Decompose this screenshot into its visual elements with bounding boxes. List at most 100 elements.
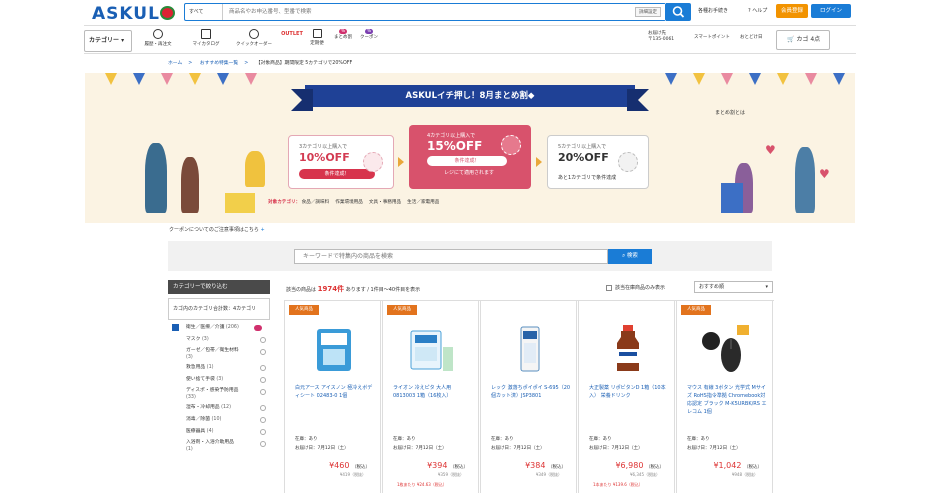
search-bar: すべて 詳細設定 [184, 3, 666, 21]
radio-icon [260, 365, 266, 371]
product-name-link[interactable]: レック 激落ちポイポイ S-695（20個カット済）JSP3801 [491, 384, 571, 400]
campaign-banner: ASKULイチ押し！8月まとめ割◆ まとめ割とは ♥ ♥ 3カテゴリ以上購入で … [85, 73, 855, 223]
category-filter-item[interactable]: ガーゼ／包帯／衛生材料 (3) [172, 346, 270, 362]
nav-mycatalog[interactable]: マイカタログ [184, 29, 228, 47]
order-procedures-link[interactable]: 各種お手続き [698, 7, 728, 14]
site-header: ASKUL すべて 詳細設定 各種お手続き ? ヘルプ 会員登録 ログイン カテ… [0, 0, 940, 56]
chevron-down-icon: ▾ [765, 284, 768, 290]
category-filter-item[interactable]: 入浴剤・入浴介助用品 (1) [172, 438, 270, 454]
breadcrumb-features[interactable]: おすすめ特集一覧 [200, 61, 238, 66]
tier-card-15off: 4カテゴリ以上購入で 15%OFF 条件達成！ レジにて適用されます [409, 125, 531, 189]
product-name-link[interactable]: 白元アース アイスノン 極冷えボディシート 02483-0 1個 [295, 384, 375, 400]
what-is-matome-link[interactable]: まとめ割とは [715, 109, 745, 116]
search-category-select[interactable]: すべて [185, 4, 223, 20]
sponge-package-icon [520, 326, 540, 372]
coupon-icon: % [364, 29, 374, 34]
shopper-illustration [181, 157, 199, 213]
product-card[interactable]: 人気商品 マウス 有線 3ボタン 光学式 Mサイズ RoHS指令準拠 Chrom… [676, 301, 773, 493]
breadcrumb-home[interactable]: ホーム [168, 61, 182, 66]
product-card[interactable]: 人気商品 ライオン 冷えピタ 大人用 0813003 1箱（16枚入） 在庫：あ… [382, 301, 479, 493]
product-name-link[interactable]: 大正製薬 リポビタンD 1箱（10本入） 栄養ドリンク [589, 384, 669, 400]
product-card[interactable]: 大正製薬 リポビタンD 1箱（10本入） 栄養ドリンク 在庫：あり お届け日：7… [578, 301, 675, 493]
bunting-flag [189, 73, 201, 85]
tier-achieved-button[interactable]: 条件達成！ [427, 156, 507, 166]
delivery-date-link[interactable]: おとどけ日 [740, 35, 763, 41]
bunting-flag [805, 73, 817, 85]
product-image[interactable] [505, 323, 555, 375]
outlet-icon: OUTLET [281, 31, 303, 37]
tier-achieved-button[interactable]: 条件達成！ [299, 169, 375, 179]
bunting-flag [245, 73, 257, 85]
product-name-link[interactable]: マウス 有線 3ボタン 光学式 Mサイズ RoHS指令準拠 Chromebook… [687, 384, 767, 416]
campaign-ribbon-title: ASKULイチ押し！8月まとめ割◆ [291, 85, 649, 111]
feature-keyword-input[interactable] [294, 249, 608, 264]
product-price: ¥1,042 （税込） [713, 461, 762, 470]
nav-subscription[interactable]: 定期便 [304, 29, 330, 46]
product-card[interactable]: レック 激落ちポイポイ S-695（20個カット済）JSP3801 在庫：あり … [480, 301, 577, 493]
login-button[interactable]: ログイン [811, 4, 851, 18]
gift-box-illustration [721, 183, 743, 213]
help-link[interactable]: ? ヘルプ [748, 7, 767, 14]
bunting-flag [161, 73, 173, 85]
category-filter-item[interactable]: 消毒／除菌 (10) [172, 414, 270, 426]
bunting-flag [777, 73, 789, 85]
delivery-address[interactable]: お届け先 〒135-0061 [648, 31, 674, 43]
advanced-search-button[interactable]: 詳細設定 [635, 7, 661, 17]
shopper-illustration [795, 147, 815, 213]
plus-icon: + [260, 227, 265, 233]
cooling-sheet-package-icon [317, 329, 351, 371]
category-filter-item[interactable]: マスク (3) [172, 334, 270, 346]
bunting-flag [665, 73, 677, 85]
coupon-note-link[interactable]: クーポンについてのご注意事項はこちら + [169, 226, 265, 233]
nav-bulk-discount[interactable]: % まとめ割 [330, 29, 356, 40]
category-filter-item[interactable]: 湿布・冷却用品 (12) [172, 402, 270, 414]
shopper-illustration [145, 143, 167, 213]
search-button[interactable] [666, 3, 691, 21]
energy-drink-bottle-icon [617, 325, 639, 371]
category-filter-item[interactable]: 使い捨て手袋 (3) [172, 374, 270, 386]
register-button[interactable]: 会員登録 [776, 4, 808, 18]
heart-icon: ♥ [819, 167, 830, 181]
nav-history[interactable]: 履歴・再注文 [136, 29, 180, 47]
chevron-down-icon: ▾ [121, 37, 125, 44]
tier-card-20off: 5カテゴリ以上購入で 20%OFF あと1カテゴリで条件達成 [547, 135, 649, 189]
product-image[interactable] [309, 323, 359, 375]
search-input[interactable] [223, 4, 665, 20]
sort-select[interactable]: おすすめ順 ▾ [694, 281, 773, 293]
search-icon: ⌕ [622, 253, 626, 259]
product-image[interactable] [603, 323, 653, 375]
search-icon [672, 6, 685, 18]
category-filter-item[interactable]: 救急用品 (1) [172, 362, 270, 374]
cooling-gel-package-icon [410, 330, 453, 371]
help-icon: ? [748, 8, 751, 14]
askul-logo[interactable]: ASKUL [92, 4, 160, 24]
flower-seal-icon [501, 135, 521, 155]
radio-icon [260, 417, 266, 423]
count-badge [254, 325, 262, 331]
checkbox-icon [172, 324, 179, 331]
subscription-icon [312, 29, 322, 38]
smart-points-link[interactable]: スマートポイント [694, 35, 730, 41]
product-name-link[interactable]: ライオン 冷えピタ 大人用 0813003 1箱（16枚入） [393, 384, 473, 400]
bunting-flag [133, 73, 145, 85]
product-card[interactable]: 人気商品 白元アース アイスノン 極冷えボディシート 02483-0 1個 在庫… [284, 301, 381, 493]
cart-button[interactable]: 🛒 カゴ 4点 [776, 30, 830, 50]
category-filter-item[interactable]: 衛生／医療／介護 (206) [172, 322, 270, 334]
product-image[interactable] [701, 323, 751, 375]
shopping-bag-illustration [225, 193, 255, 213]
product-image[interactable] [407, 323, 457, 375]
flower-seal-icon [618, 152, 638, 172]
category-filter-item[interactable]: ディスポ・感染予防用品 (33) [172, 386, 270, 402]
category-filter-item[interactable]: 医療器具 (4) [172, 426, 270, 438]
category-menu-button[interactable]: カテゴリー ▾ [84, 30, 132, 52]
category-filter-heading: カテゴリーで絞り込む [168, 280, 270, 294]
breadcrumb-current: 【対象商品】期間限定 5カテゴリで20%OFF [255, 61, 353, 66]
nav-coupon[interactable]: % クーポン [356, 29, 382, 40]
feature-search-button[interactable]: ⌕ 検索 [608, 249, 652, 264]
radio-icon [260, 429, 266, 435]
nav-outlet[interactable]: OUTLET [278, 31, 306, 37]
bunting-flag [833, 73, 845, 85]
stock-only-checkbox[interactable]: 該当在庫商品のみ表示 [606, 284, 665, 291]
bunting-flag [217, 73, 229, 85]
nav-quick-order[interactable]: クイックオーダー [232, 29, 276, 47]
